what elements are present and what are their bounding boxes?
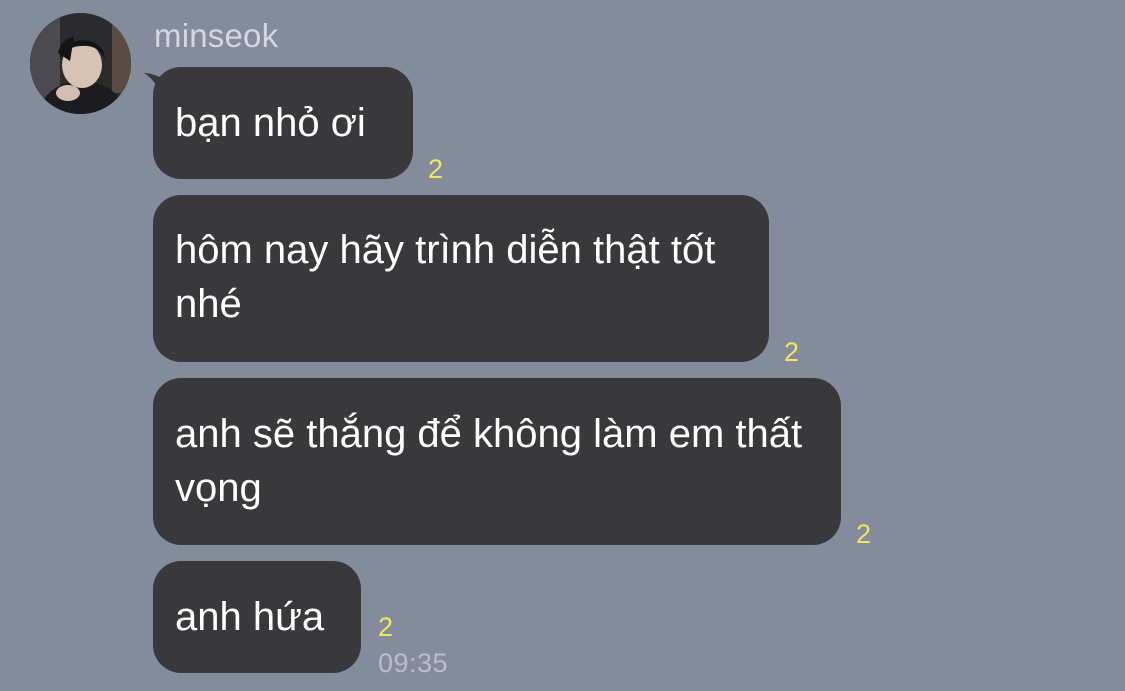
sender-avatar[interactable] <box>30 13 131 114</box>
chat-conversation: minseok bạn nhỏ ơi 2 hôm nay hãy trình d… <box>0 0 1125 691</box>
message-bubble[interactable]: anh hứa <box>153 561 361 673</box>
message-text: hôm nay hãy trình diễn thật tốt nhé <box>175 228 716 326</box>
unread-count: 2 <box>428 154 444 184</box>
sender-name: minseok <box>154 17 279 54</box>
profile-photo-icon <box>30 13 131 114</box>
message-text: anh hứa <box>175 595 325 639</box>
message-bubble[interactable]: bạn nhỏ ơi <box>153 67 413 179</box>
message-bubble[interactable]: anh sẽ thắng để không làm em thất vọng <box>153 378 841 545</box>
message-text: anh sẽ thắng để không làm em thất vọng <box>175 412 803 510</box>
message-bubble[interactable]: hôm nay hãy trình diễn thật tốt nhé <box>153 195 769 362</box>
message-timestamp: 09:35 <box>378 648 449 678</box>
message-text: bạn nhỏ ơi <box>175 101 366 145</box>
unread-count: 2 <box>378 612 394 642</box>
unread-count: 2 <box>856 519 872 549</box>
unread-count: 2 <box>784 337 800 367</box>
